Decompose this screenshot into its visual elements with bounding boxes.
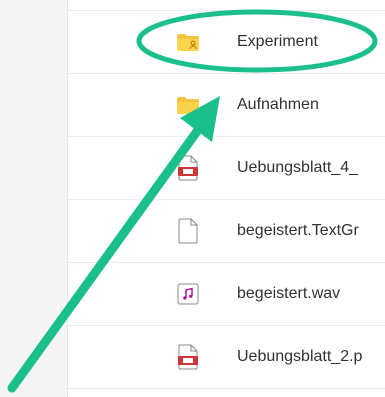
file-row-aufnahmen[interactable]: Aufnahmen bbox=[68, 74, 385, 137]
audio-file-icon bbox=[176, 282, 200, 306]
file-row-begeistert-textgrid[interactable]: begeistert.TextGr bbox=[68, 200, 385, 263]
file-name: Uebungsblatt_2.p bbox=[237, 348, 363, 365]
file-row-begeistert-wav[interactable]: begeistert.wav bbox=[68, 263, 385, 326]
pdf-file-icon bbox=[176, 344, 200, 370]
file-name: begeistert.TextGr bbox=[237, 222, 359, 239]
folder-icon bbox=[176, 93, 200, 117]
file-name: Aufnahmen bbox=[237, 96, 319, 113]
generic-file-icon bbox=[176, 218, 200, 244]
file-name: Uebungsblatt_4_ bbox=[237, 159, 358, 176]
file-list-pane: Experiment Aufnahmen Uebungsblatt_4_ beg… bbox=[67, 0, 385, 397]
file-name: begeistert.wav bbox=[237, 285, 341, 302]
file-row-experiment[interactable]: Experiment bbox=[68, 11, 385, 74]
file-row-uebungsblatt-2[interactable]: Uebungsblatt_2.p bbox=[68, 326, 385, 389]
pdf-file-icon bbox=[176, 155, 200, 181]
previous-row-edge bbox=[68, 0, 385, 11]
file-row-uebungsblatt-4[interactable]: Uebungsblatt_4_ bbox=[68, 137, 385, 200]
file-name: Experiment bbox=[237, 33, 318, 50]
shared-folder-icon bbox=[176, 30, 200, 54]
